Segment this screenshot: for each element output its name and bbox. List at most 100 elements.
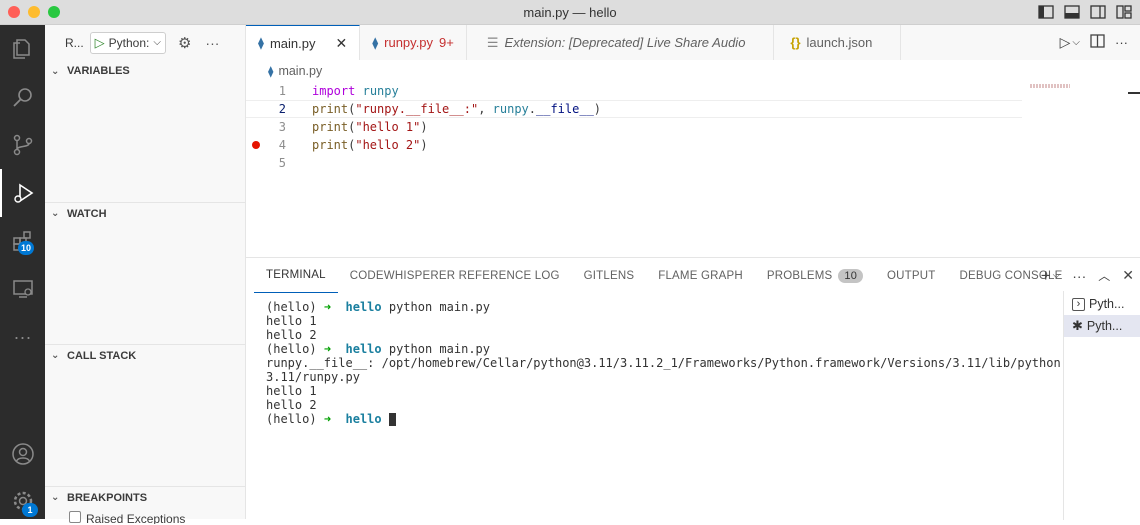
tab-label: runpy.py (384, 35, 434, 50)
scrollbar[interactable] (1128, 92, 1140, 94)
run-debug-sidebar: R... ▷ Python: ⌵ ⚙ ··· ⌄ VARIABLES ⌄ WAT… (45, 25, 246, 524)
maximize-panel-icon[interactable]: ︿ (1098, 267, 1110, 284)
split-editor-icon[interactable] (1090, 34, 1105, 51)
tab-label: Extension: [Deprecated] Live Share Audio (504, 35, 746, 50)
variables-title: VARIABLES (67, 65, 130, 77)
code-editor[interactable]: 1 import runpy 2 print("runpy.__file__:"… (246, 82, 1140, 257)
variables-section-header[interactable]: ⌄ VARIABLES (45, 60, 246, 82)
terminal-tabs-list: › Pyth... ✱ Pyth... (1063, 291, 1140, 520)
tab-problems[interactable]: PROBLEMS 10 (755, 258, 875, 293)
tab-terminal[interactable]: TERMINAL (254, 258, 338, 293)
python-file-icon: ⧫ (372, 35, 379, 50)
run-view-title: R... (65, 35, 84, 50)
more-actions-icon[interactable]: ··· (1072, 268, 1086, 284)
chevron-down-icon: ⌵ (153, 37, 161, 48)
tab-launch-json[interactable]: {} launch.json (774, 25, 902, 60)
extensions-badge: 10 (18, 241, 35, 255)
tab-extension-live-share-audio[interactable]: ☰ Extension: [Deprecated] Live Share Aud… (466, 25, 775, 60)
title-bar: main.py — hello (0, 0, 1140, 25)
views-more-icon[interactable]: ··· (205, 35, 219, 51)
more-icon[interactable]: ··· (0, 313, 45, 361)
terminal-instance-python[interactable]: › Pyth... (1064, 293, 1140, 315)
tab-label: main.py (269, 35, 316, 51)
watch-title: WATCH (67, 207, 107, 220)
tab-label: CODEWHISPERER REFERENCE LOG (349, 269, 560, 282)
terminal-instance-label: Pyth... (1086, 319, 1123, 333)
prompt-arrow-icon: ➜ (323, 300, 332, 314)
run-python-file-icon[interactable]: ▷ (1060, 34, 1071, 51)
watch-section-header[interactable]: ⌄ WATCH (45, 202, 246, 224)
tab-label: OUTPUT (887, 269, 936, 282)
layout-controls (1038, 4, 1132, 20)
terminal-output[interactable]: (hello) ➜ hello python main.py hello 1 h… (266, 300, 1061, 426)
terminal-instance-python-debug[interactable]: ✱ Pyth... (1064, 315, 1140, 337)
debug-toolbar: R... ▷ Python: ⌵ ⚙ ··· (45, 25, 245, 60)
prompt-arrow-icon: ➜ (323, 412, 332, 426)
open-launch-json-gear-icon[interactable]: ⚙ (178, 34, 191, 52)
breakpoints-section-header[interactable]: ⌄ BREAKPOINTS (45, 486, 246, 508)
tab-runpy-py[interactable]: ⧫ runpy.py 9+ (360, 25, 467, 60)
terminal-line: (hello) ➜ hello python main.py (266, 300, 490, 314)
toggle-panel-icon[interactable] (1064, 4, 1080, 20)
source-control-icon[interactable] (0, 121, 45, 169)
close-panel-icon[interactable]: ✕ (1122, 267, 1134, 284)
extension-icon: ☰ (486, 34, 499, 50)
start-debugging-icon[interactable]: ▷ (95, 35, 105, 51)
tab-output[interactable]: OUTPUT (875, 258, 947, 293)
terminal-line: hello 1 (266, 384, 317, 398)
editor-tabs: ⧫ main.py ✕ ⧫ runpy.py 9+ ☰ Extension: [… (246, 25, 1140, 60)
minimap[interactable] (1030, 84, 1070, 88)
terminal-line: 3.11/runpy.py (266, 370, 360, 384)
line-number: 3 (278, 120, 286, 134)
tab-label: TERMINAL (266, 269, 326, 281)
tab-gitlens[interactable]: GITLENS (572, 258, 647, 293)
activity-bar: 10 ··· 1 (0, 25, 45, 519)
terminal-line: (hello) ➜ hello python main.py (266, 342, 490, 356)
chevron-down-icon: ⌄ (51, 208, 60, 219)
tab-label: GITLENS (583, 269, 635, 282)
call-stack-section-header[interactable]: ⌄ CALL STACK (45, 344, 246, 366)
accounts-badge: 1 (22, 503, 38, 517)
terminal-prompt-line: (hello) ➜ hello (266, 412, 1046, 426)
breakpoint-item-raised-exceptions[interactable]: Raised Exceptions (69, 510, 185, 524)
accounts-icon[interactable] (0, 430, 45, 478)
terminal-line: hello 2 (266, 398, 317, 412)
close-icon[interactable]: ✕ (335, 35, 347, 52)
breakpoint-label: Raised Exceptions (86, 512, 186, 524)
terminal-line: hello 2 (266, 328, 317, 342)
python-file-icon: ⧫ (268, 65, 274, 78)
tab-label: PROBLEMS (766, 269, 833, 282)
toggle-secondary-sidebar-icon[interactable] (1090, 4, 1106, 20)
extensions-icon[interactable]: 10 (0, 217, 45, 265)
chevron-down-icon[interactable]: ⌵ (1053, 270, 1061, 281)
search-icon[interactable] (0, 73, 45, 121)
code-text: print("hello 1") (312, 120, 428, 134)
window-title: main.py — hello (523, 5, 617, 20)
run-debug-icon[interactable] (0, 169, 45, 217)
terminal-line: hello 1 (266, 314, 317, 328)
remote-explorer-icon[interactable] (0, 265, 45, 313)
code-line: 5 (246, 154, 1022, 172)
tab-main-py[interactable]: ⧫ main.py ✕ (246, 25, 361, 60)
launch-config-select[interactable]: ▷ Python: ⌵ (89, 31, 166, 54)
checkbox[interactable] (69, 511, 81, 523)
tab-codewhisperer-reference-log[interactable]: CODEWHISPERER REFERENCE LOG (338, 258, 572, 293)
code-line: 1 import runpy (246, 82, 1022, 100)
toggle-primary-sidebar-icon[interactable] (1038, 4, 1054, 20)
breakpoint-icon[interactable] (252, 141, 260, 149)
code-line: 3 print("hello 1") (246, 118, 1022, 136)
tab-flame-graph[interactable]: FLAME GRAPH (646, 258, 755, 293)
launch-config-value: Python: (108, 35, 150, 50)
manage-gear-icon[interactable]: 1 (0, 477, 45, 525)
problems-count-badge: 10 (838, 268, 864, 283)
chevron-down-icon[interactable]: ⌵ (1072, 37, 1080, 48)
json-file-icon: {} (790, 35, 801, 50)
customize-layout-icon[interactable] (1116, 4, 1132, 20)
more-actions-icon[interactable]: ··· (1115, 35, 1128, 50)
breadcrumb-file[interactable]: main.py (278, 64, 322, 78)
line-number: 2 (278, 102, 286, 116)
files-icon[interactable] (0, 25, 45, 73)
new-terminal-plus-icon[interactable]: + (1041, 266, 1051, 286)
chevron-down-icon: ⌄ (51, 65, 60, 77)
breadcrumb: ⧫ main.py (246, 60, 322, 82)
